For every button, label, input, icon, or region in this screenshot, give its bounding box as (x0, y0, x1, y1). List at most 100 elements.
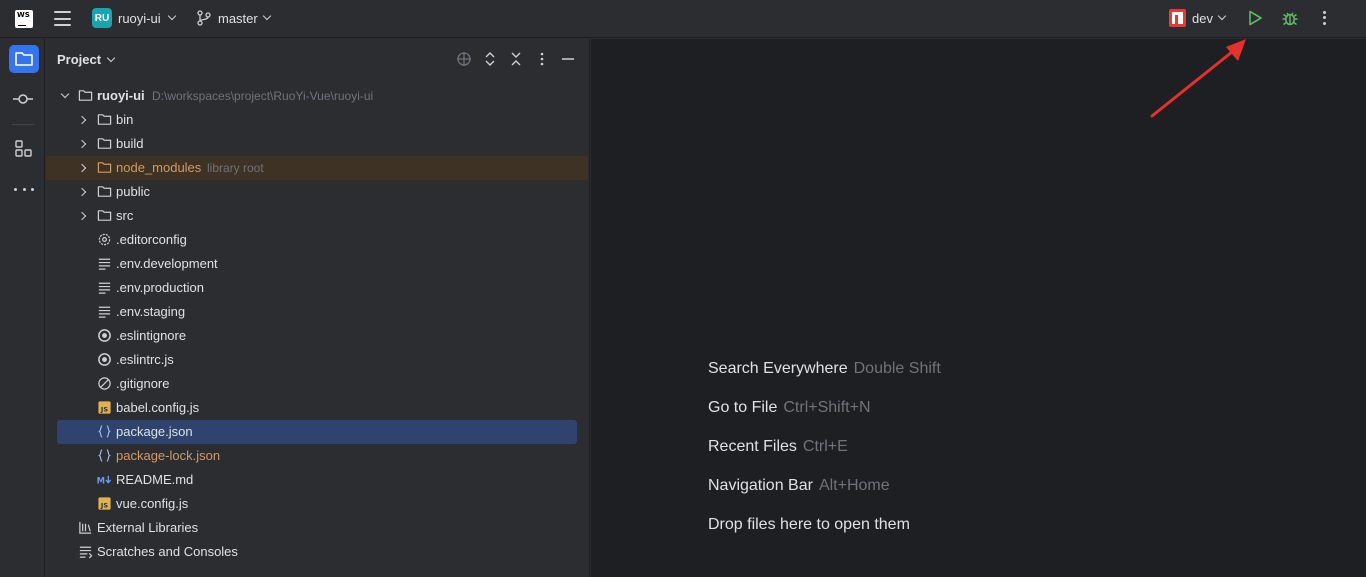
javascript-file-icon: JS (98, 401, 111, 414)
file-label: .env.staging (116, 304, 186, 319)
expand-arrow-icon[interactable] (77, 139, 87, 149)
tree-row-folder[interactable]: bin (46, 108, 590, 132)
library-icon (79, 521, 92, 534)
tip-recent-files: Recent Files Ctrl+E (708, 438, 848, 455)
expand-arrow-icon[interactable] (77, 187, 87, 197)
options-icon[interactable] (534, 51, 550, 67)
root-label: ruoyi-ui (97, 88, 145, 103)
run-icon[interactable] (1247, 10, 1263, 26)
file-label: vue.config.js (116, 496, 189, 511)
chevron-down-icon[interactable] (167, 11, 177, 21)
file-label: .eslintrc.js (116, 352, 174, 367)
project-panel: Project ruoyi-ui D:\workspaces\project\R… (46, 39, 590, 577)
project-tool-button[interactable] (9, 45, 39, 73)
file-label: babel.config.js (116, 400, 200, 415)
hide-panel-icon[interactable] (560, 51, 576, 67)
expand-all-icon[interactable] (482, 51, 498, 67)
tree-row-file[interactable]: .gitignore (46, 372, 590, 396)
tree-row-file[interactable]: package-lock.json (46, 444, 590, 468)
tree-row-library-folder[interactable]: node_modules library root (46, 156, 588, 180)
tip-go-to-file: Go to File Ctrl+Shift+N (708, 399, 871, 416)
folder-icon (97, 210, 112, 221)
file-label: package-lock.json (116, 448, 221, 463)
editor-area[interactable]: Search Everywhere Double Shift Go to File… (591, 39, 1366, 577)
chevron-down-icon[interactable] (106, 53, 116, 63)
commit-icon[interactable] (12, 91, 34, 107)
folder-label: src (116, 208, 134, 223)
eslint-icon (98, 353, 111, 366)
tree-row-file[interactable]: .editorconfig (46, 228, 590, 252)
git-branch-icon[interactable] (197, 10, 211, 26)
tree-row-file[interactable]: .env.development (46, 252, 590, 276)
tree-row-folder[interactable]: public (46, 180, 590, 204)
file-label: .gitignore (116, 376, 170, 391)
tree-row-file[interactable]: .eslintrc.js (46, 348, 590, 372)
chevron-down-icon[interactable] (262, 11, 272, 21)
settings-file-icon (98, 233, 111, 246)
main-menu-button[interactable] (54, 11, 71, 26)
file-label: README.md (116, 472, 194, 487)
folder-label: node_modules (116, 160, 202, 175)
run-config-selector[interactable]: dev (1192, 11, 1213, 26)
expand-arrow-icon[interactable] (77, 115, 87, 125)
ignore-file-icon (98, 377, 111, 390)
title-bar: WS RU ruoyi-ui master dev (0, 0, 1366, 38)
tree-row-scratches[interactable]: Scratches and Consoles (46, 540, 590, 564)
webstorm-logo[interactable]: WS (15, 10, 33, 28)
svg-text:JS: JS (100, 501, 108, 509)
folder-icon (97, 114, 112, 125)
expand-arrow-icon[interactable] (77, 211, 87, 221)
text-file-icon (98, 258, 111, 270)
expand-arrow-icon[interactable] (77, 163, 87, 173)
json-file-icon (97, 425, 112, 438)
tip-navigation-bar: Navigation Bar Alt+Home (708, 477, 890, 494)
panel-title[interactable]: Project (57, 52, 101, 67)
file-label: .env.development (116, 256, 218, 271)
folder-icon (97, 186, 112, 197)
more-actions-icon[interactable] (1318, 10, 1330, 26)
tree-row-file[interactable]: .env.production (46, 276, 590, 300)
tree-row-file[interactable]: .eslintignore (46, 324, 590, 348)
npm-config-icon[interactable] (1169, 9, 1186, 27)
tree-row-file[interactable]: JS babel.config.js (46, 396, 590, 420)
json-file-icon (97, 449, 112, 462)
folder-icon (78, 90, 93, 101)
external-libraries-label: External Libraries (97, 520, 199, 535)
branch-switcher[interactable]: master (218, 11, 258, 26)
locate-icon[interactable] (456, 51, 472, 67)
divider (12, 124, 34, 125)
folder-label: public (116, 184, 150, 199)
tree-row-folder[interactable]: build (46, 132, 590, 156)
text-file-icon (98, 306, 111, 318)
project-switcher[interactable]: ruoyi-ui (118, 11, 161, 26)
library-root-hint: library root (207, 161, 264, 175)
folder-icon (15, 52, 33, 66)
folder-icon (97, 162, 112, 173)
tree-row-root[interactable]: ruoyi-ui D:\workspaces\project\RuoYi-Vue… (46, 84, 590, 108)
tree-row-file-selected[interactable]: package.json (57, 420, 577, 444)
expand-arrow-icon[interactable] (60, 89, 70, 99)
svg-text:M: M (97, 475, 105, 485)
file-label: package.json (116, 424, 193, 439)
tree-row-file[interactable]: JS vue.config.js (46, 492, 590, 516)
tip-search-everywhere: Search Everywhere Double Shift (708, 360, 941, 377)
chevron-down-icon[interactable] (1217, 11, 1227, 21)
tool-window-bar (0, 39, 45, 577)
collapse-all-icon[interactable] (508, 51, 524, 67)
tree-row-file[interactable]: M README.md (46, 468, 590, 492)
folder-label: bin (116, 112, 134, 127)
tree-row-external-libraries[interactable]: External Libraries (46, 516, 590, 540)
svg-text:JS: JS (100, 405, 108, 413)
folder-icon (97, 138, 112, 149)
tree-row-folder[interactable]: src (46, 204, 590, 228)
file-label: .eslintignore (116, 328, 187, 343)
project-badge[interactable]: RU (92, 8, 112, 28)
logo-text: WS (17, 11, 30, 19)
tree-row-file[interactable]: .env.staging (46, 300, 590, 324)
tip-drop-files: Drop files here to open them (708, 516, 910, 533)
structure-icon[interactable] (15, 140, 33, 158)
root-path: D:\workspaces\project\RuoYi-Vue\ruoyi-ui (152, 89, 374, 103)
file-label: .editorconfig (116, 232, 187, 247)
debug-icon[interactable] (1281, 9, 1299, 27)
more-tools-icon[interactable] (14, 188, 34, 192)
